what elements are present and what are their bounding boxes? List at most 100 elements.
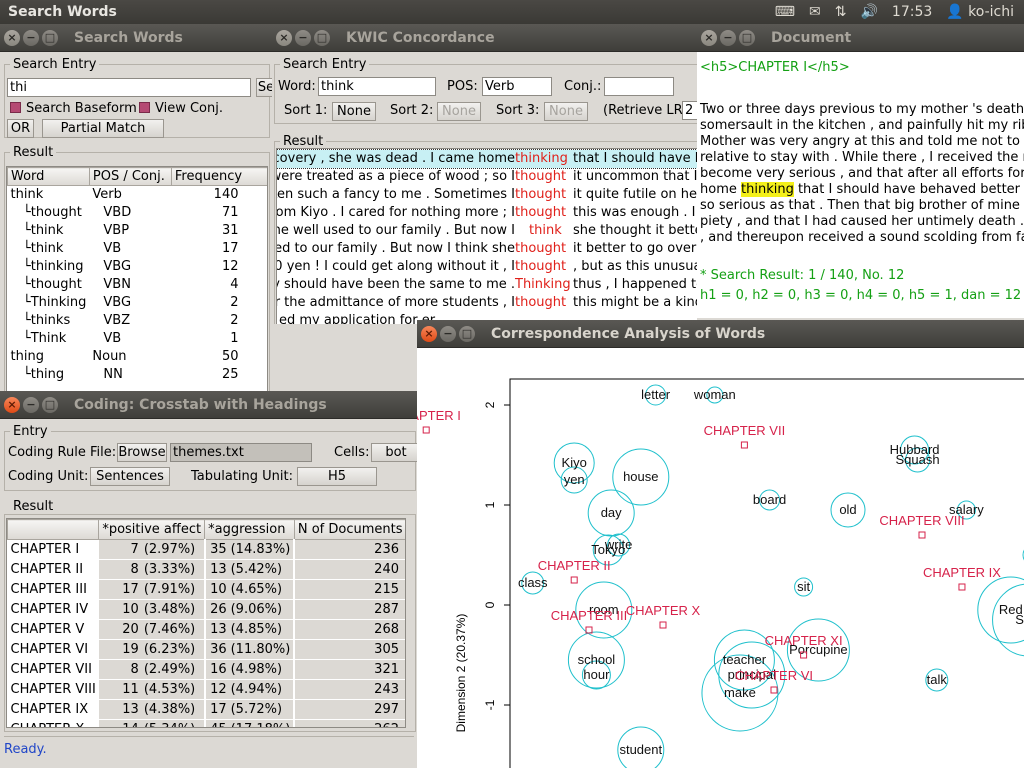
network-icon[interactable]: ⇅ <box>835 4 847 20</box>
document-titlebar[interactable]: × − □ Document <box>697 24 1024 52</box>
word-input[interactable]: think <box>318 77 436 96</box>
crosstab-row[interactable]: CHAPTER IV 10 (3.48%) 26 (9.06%) 287 <box>8 599 405 620</box>
result-row[interactable]: └think VBP 31 <box>8 222 268 240</box>
crosstab-row[interactable]: CHAPTER II 8 (3.33%) 13 (5.42%) 240 <box>8 559 405 580</box>
crosstab-table[interactable]: *positive affect *aggression N of Docume… <box>6 518 406 728</box>
mail-icon[interactable]: ✉ <box>809 4 821 20</box>
rule-file-field[interactable]: themes.txt <box>170 443 312 462</box>
close-icon[interactable]: × <box>421 325 437 342</box>
maximize-icon[interactable]: □ <box>314 29 330 46</box>
volume-icon[interactable]: 🔊 <box>860 4 877 20</box>
conj-input[interactable] <box>604 77 674 96</box>
column-header[interactable]: *positive affect <box>98 519 206 540</box>
minimize-icon[interactable]: − <box>23 396 39 413</box>
cells-select[interactable]: bot <box>371 443 417 462</box>
minimize-icon[interactable]: − <box>720 29 736 46</box>
checkbox-checked-icon[interactable] <box>139 102 150 113</box>
kwic-line[interactable]: for the admittance of more students , It… <box>277 294 697 312</box>
result-row[interactable]: └thing NN 25 <box>8 366 268 384</box>
percent: (4.94%) <box>230 682 283 697</box>
sort2-select[interactable]: None <box>437 102 481 121</box>
maximize-icon[interactable]: □ <box>42 396 58 413</box>
crosstab-row[interactable]: CHAPTER IX 13 (4.38%) 17 (5.72%) 297 <box>8 699 405 720</box>
sort1-select[interactable]: None <box>332 102 376 121</box>
column-header[interactable]: N of Documents <box>293 519 405 540</box>
column-header-word[interactable]: Word <box>7 167 90 186</box>
clock[interactable]: 17:53 <box>892 4 932 20</box>
minimize-icon[interactable]: − <box>295 29 311 46</box>
result-row[interactable]: └thought VBN 4 <box>8 276 268 294</box>
crosstab-row[interactable]: CHAPTER III 17 (7.91%) 10 (4.65%) 215 <box>8 579 405 600</box>
column-header[interactable] <box>7 519 100 540</box>
result-row[interactable]: thing Noun 50 <box>8 348 268 366</box>
maximize-icon[interactable]: □ <box>739 29 755 46</box>
close-icon[interactable]: × <box>276 29 292 46</box>
user-menu[interactable]: 👤 ko-ichi <box>946 4 1014 20</box>
view-conj-checkbox[interactable]: View Conj. <box>139 101 223 116</box>
retrieve-input[interactable]: 2 <box>682 101 697 120</box>
column-header[interactable]: *aggression <box>204 519 295 540</box>
result-row[interactable]: └thought VBD 71 <box>8 204 268 222</box>
search-input[interactable]: thi <box>7 78 251 97</box>
crosstab-row[interactable]: CHAPTER V 20 (7.46%) 13 (4.85%) 268 <box>8 619 405 640</box>
chapter-label: CHAPTER VIII <box>879 513 964 528</box>
minimize-icon[interactable]: − <box>440 325 456 342</box>
keyboard-icon[interactable]: ⌨ <box>775 4 795 20</box>
kwic-line[interactable]: recovery , she was dead . I came home thi… <box>277 149 697 169</box>
minimize-icon[interactable]: − <box>23 29 39 46</box>
chapter-label: CHAPTER VI <box>735 668 813 683</box>
partial-match-select[interactable]: Partial Match <box>42 119 164 138</box>
close-icon[interactable]: × <box>4 29 20 46</box>
sort3-select[interactable]: None <box>544 102 588 121</box>
word-cell: └thinks <box>10 313 71 328</box>
search-button[interactable]: Se <box>256 78 272 97</box>
crosstab-row[interactable]: CHAPTER X14 (5.34%) 45 (17.18%)262 <box>8 719 405 727</box>
maximize-icon[interactable]: □ <box>42 29 58 46</box>
or-button[interactable]: OR <box>7 119 34 138</box>
crosstab-row[interactable]: CHAPTER VII 8 (2.49%) 16 (4.98%) 321 <box>8 659 405 680</box>
kwic-result-list[interactable]: recovery , she was dead . I came home thi… <box>276 148 697 324</box>
chapter-marker <box>770 686 778 694</box>
kwic-line[interactable]: 00 yen ! I could get along without it , … <box>277 258 697 276</box>
result-row[interactable]: └thinking VBG 12 <box>8 258 268 276</box>
ca-plot[interactable]: 2 1 0 -1 Dimension 2 (20.37%) letter woman Kiyo… <box>417 348 1024 768</box>
pos-cell: VB <box>103 331 122 346</box>
row-heading: CHAPTER VIII <box>10 682 96 697</box>
baseform-checkbox[interactable]: Search Baseform <box>10 101 137 116</box>
kwic-line[interactable]: udy should have been the same to me . Thi… <box>277 276 697 294</box>
kwic-line[interactable]: from Kiyo . I cared for nothing more ; I… <box>277 204 697 222</box>
pos-input[interactable]: Verb <box>482 77 552 96</box>
kwic-titlebar[interactable]: × − □ KWIC Concordance <box>272 24 697 52</box>
result-row[interactable]: └Thinking VBG 2 <box>8 294 268 312</box>
result-row[interactable]: think Verb 140 <box>8 186 268 204</box>
kwic-line[interactable]: I were treated as a piece of wood ; so I… <box>277 168 697 186</box>
close-icon[interactable]: × <box>4 396 20 413</box>
search-words-titlebar[interactable]: × − □ Search Words <box>0 24 272 52</box>
result-row[interactable]: └think VB 17 <box>8 240 268 258</box>
crosstab-row[interactable]: CHAPTER VIII 11 (4.53%) 12 (4.94%) 243 <box>8 679 405 700</box>
kwic-line[interactable]: sed to our family . But now I think she t… <box>277 240 697 258</box>
column-header-pos[interactable]: POS / Conj. <box>88 167 172 186</box>
ca-titlebar[interactable]: × − □ Correspondence Analysis of Words <box>417 320 1024 348</box>
result-row[interactable]: └Think VB 1 <box>8 330 268 348</box>
checkbox-checked-icon[interactable] <box>10 102 21 113</box>
chapter-marker <box>422 426 430 434</box>
result-list[interactable]: Word POS / Conj. Frequency think Verb 140 … <box>6 166 268 394</box>
result-row[interactable]: └thinks VBZ 2 <box>8 312 268 330</box>
column-header-frequency[interactable]: Frequency <box>170 167 267 186</box>
crosstab-row[interactable]: CHAPTER VI 19 (6.23%) 36 (11.80%) 305 <box>8 639 405 660</box>
word-cell: └thought <box>10 277 82 292</box>
kwic-line[interactable]: ome well used to our family . But now I t… <box>277 222 697 240</box>
close-icon[interactable]: × <box>701 29 717 46</box>
document-text[interactable]: <h5>CHAPTER I</h5> Two or three days pre… <box>697 52 1024 317</box>
crosstab-row[interactable]: CHAPTER I 7 (2.97%) 35 (14.83%) 236 <box>8 539 405 560</box>
coding-unit-select[interactable]: Sentences <box>90 467 170 486</box>
count: 16 <box>210 662 227 677</box>
coding-titlebar[interactable]: × − □ Coding: Crosstab with Headings <box>0 391 417 419</box>
chapter-label: CHAPTER VII <box>704 423 786 438</box>
maximize-icon[interactable]: □ <box>459 325 475 342</box>
browse-button[interactable]: Browse <box>117 443 167 462</box>
kwic-left-context: udy should have been the same to me . <box>276 277 515 292</box>
kwic-line[interactable]: taken such a fancy to me . Sometimes Ith… <box>277 186 697 204</box>
tab-unit-select[interactable]: H5 <box>297 467 377 486</box>
